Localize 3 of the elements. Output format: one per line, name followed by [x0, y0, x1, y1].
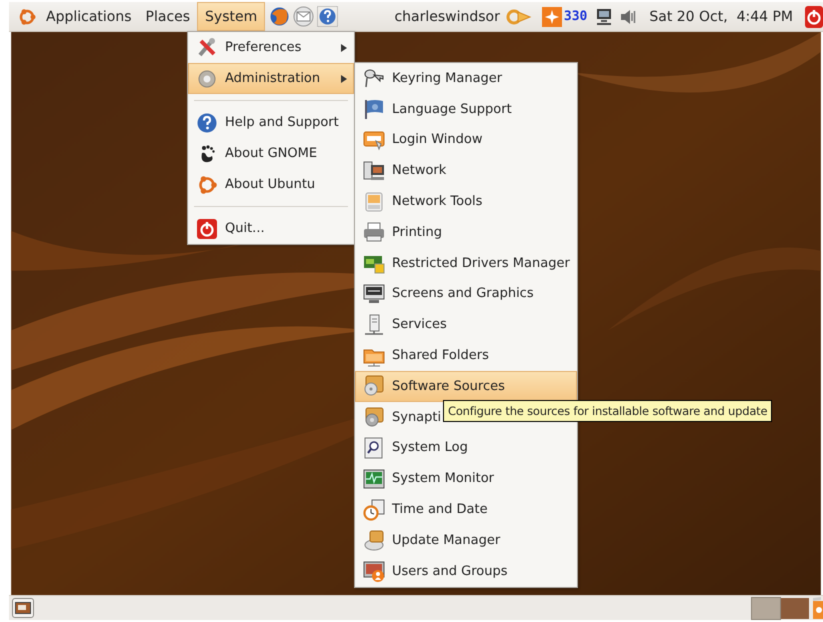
user-name: charleswindsor — [393, 8, 501, 24]
notification-count: 330 — [564, 9, 588, 24]
tooltip: Configure the sources for installable software and update — [443, 400, 772, 422]
